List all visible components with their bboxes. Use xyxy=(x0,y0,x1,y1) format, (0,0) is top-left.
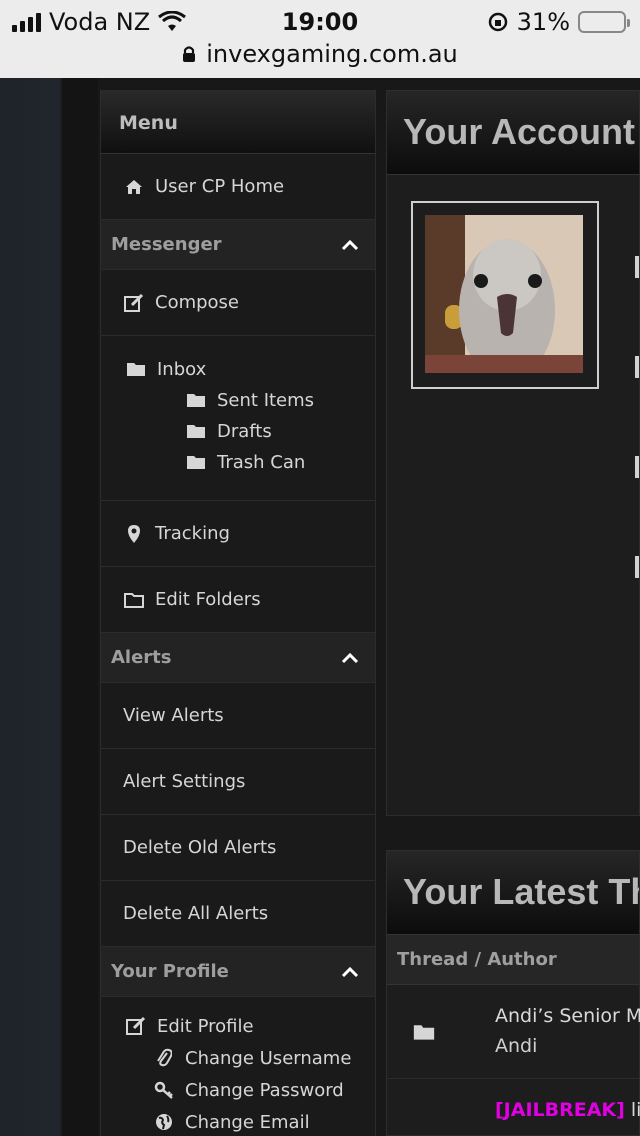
battery-icon xyxy=(578,11,630,33)
sidebar-item-label: Edit Profile xyxy=(157,1015,254,1037)
sidebar-item-label: Change Password xyxy=(185,1079,344,1101)
folder-icon xyxy=(185,389,207,411)
sidebar-item-label: Delete Old Alerts xyxy=(123,837,277,858)
cropped-text-fragment xyxy=(635,556,639,578)
section-title: Messenger xyxy=(111,234,222,255)
sidebar-item-edit-folders[interactable]: Edit Folders xyxy=(101,567,375,633)
status-bar: Voda NZ 19:00 31% invexgaming.com.au xyxy=(0,0,640,78)
chevron-up-icon[interactable] xyxy=(339,961,361,983)
sidebar-item-label: Inbox xyxy=(157,358,207,380)
thread-author[interactable]: Andi xyxy=(495,1035,537,1057)
key-icon xyxy=(153,1079,175,1101)
page-gutter xyxy=(62,78,98,1136)
chevron-up-icon[interactable] xyxy=(339,647,361,669)
thread-title[interactable]: [JAILBREAK] lis xyxy=(495,1099,640,1121)
sidebar-item-change-username[interactable]: Change Username xyxy=(153,1047,375,1069)
address-bar[interactable]: invexgaming.com.au xyxy=(0,40,640,68)
folder-icon xyxy=(185,451,207,473)
orientation-lock-icon xyxy=(488,12,507,32)
edit-icon xyxy=(123,292,145,314)
sidebar-item-user-cp-home[interactable]: User CP Home xyxy=(101,154,375,220)
menu-header: Menu xyxy=(101,90,375,154)
sidebar-item-label: Alert Settings xyxy=(123,771,246,792)
account-summary-panel: Your Account S xyxy=(386,90,640,816)
table-row[interactable]: Andi’s Senior Me Andi xyxy=(387,985,640,1079)
sidebar: Menu User CP Home Messenger Compose Inbo… xyxy=(100,90,376,1136)
thread-title-text: lis xyxy=(630,1099,640,1121)
folder-icon xyxy=(185,420,207,442)
sidebar-item-label: Delete All Alerts xyxy=(123,903,269,924)
sidebar-item-change-password[interactable]: Change Password xyxy=(153,1079,375,1101)
cropped-text-fragment xyxy=(635,456,639,478)
panel-title: Your Account S xyxy=(387,91,639,175)
battery-percent: 31% xyxy=(516,8,570,36)
inbox-subfolders: Sent Items Drafts Trash Can xyxy=(185,389,375,473)
section-title: Your Profile xyxy=(111,961,229,982)
sidebar-item-alert-settings[interactable]: Alert Settings xyxy=(101,749,375,815)
sidebar-item-trash-can[interactable]: Trash Can xyxy=(185,451,375,473)
latest-threads-panel: Your Latest Th Thread / Author Andi’s Se… xyxy=(386,850,640,1136)
sidebar-item-label: Trash Can xyxy=(217,451,306,473)
table-row[interactable]: [JAILBREAK] lis xyxy=(387,1079,640,1136)
panel-title: Your Latest Th xyxy=(387,851,639,935)
thread-prefix-tag: [JAILBREAK] xyxy=(495,1099,625,1121)
avatar[interactable] xyxy=(411,201,599,389)
sidebar-item-label: Compose xyxy=(155,292,240,313)
sidebar-item-label: User CP Home xyxy=(155,176,285,197)
sidebar-item-drafts[interactable]: Drafts xyxy=(185,420,375,442)
sidebar-item-view-alerts[interactable]: View Alerts xyxy=(101,683,375,749)
sidebar-item-compose[interactable]: Compose xyxy=(101,270,375,336)
section-your-profile[interactable]: Your Profile xyxy=(101,947,375,997)
profile-subitems: Change Username Change Password Change E… xyxy=(153,1047,375,1133)
paperclip-icon xyxy=(153,1047,175,1069)
lock-icon xyxy=(183,46,196,62)
column-header: Thread / Author xyxy=(387,935,639,985)
sidebar-item-label: Drafts xyxy=(217,420,272,442)
sidebar-item-label: Tracking xyxy=(155,523,230,544)
status-right: 31% xyxy=(487,8,630,36)
cropped-text-fragment xyxy=(635,356,639,378)
folder-outline-icon xyxy=(123,589,145,611)
sidebar-item-label: Edit Folders xyxy=(155,589,261,610)
sidebar-item-change-email[interactable]: Change Email xyxy=(153,1111,375,1133)
globe-icon xyxy=(153,1111,175,1133)
map-marker-icon xyxy=(123,523,145,545)
sidebar-item-tracking[interactable]: Tracking xyxy=(101,501,375,567)
sidebar-item-delete-all-alerts[interactable]: Delete All Alerts xyxy=(101,881,375,947)
thread-title[interactable]: Andi’s Senior Me xyxy=(495,1005,640,1027)
chevron-up-icon[interactable] xyxy=(339,234,361,256)
inbox-group: Inbox Sent Items Drafts Trash Can xyxy=(101,336,375,501)
section-title: Alerts xyxy=(111,647,172,668)
section-messenger[interactable]: Messenger xyxy=(101,220,375,270)
cropped-text-fragment xyxy=(635,256,639,278)
home-icon xyxy=(123,176,145,198)
url-text: invexgaming.com.au xyxy=(206,40,458,68)
sidebar-item-label: Change Username xyxy=(185,1047,352,1069)
section-alerts[interactable]: Alerts xyxy=(101,633,375,683)
folder-icon xyxy=(413,1021,435,1043)
sidebar-item-label: Change Email xyxy=(185,1111,310,1133)
sidebar-item-label: Sent Items xyxy=(217,389,315,411)
avatar-image xyxy=(425,215,583,373)
edit-icon xyxy=(125,1015,147,1037)
sidebar-item-sent-items[interactable]: Sent Items xyxy=(185,389,375,411)
sidebar-item-delete-old-alerts[interactable]: Delete Old Alerts xyxy=(101,815,375,881)
sidebar-item-label: View Alerts xyxy=(123,705,224,726)
profile-group: Edit Profile Change Username Change Pass… xyxy=(101,997,375,1133)
sidebar-item-inbox[interactable]: Inbox xyxy=(125,358,375,380)
folder-icon xyxy=(125,358,147,380)
sidebar-item-edit-profile[interactable]: Edit Profile xyxy=(125,1015,375,1037)
